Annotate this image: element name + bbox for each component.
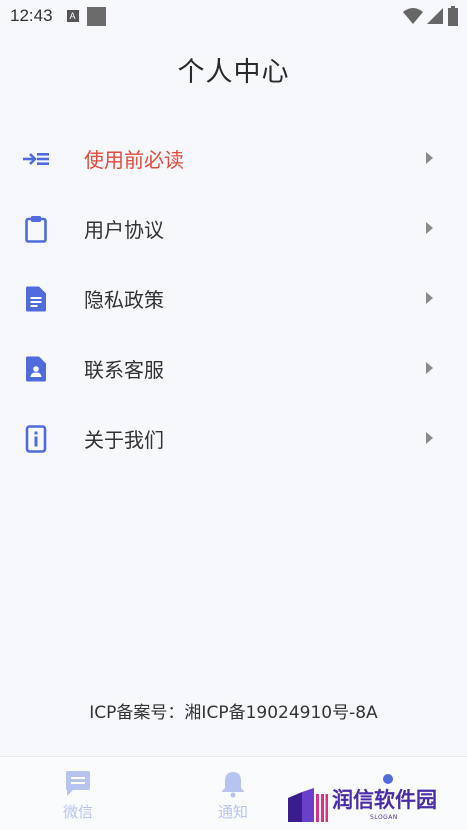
- status-time: 12:43: [10, 6, 53, 25]
- status-right-icons: [403, 6, 459, 26]
- chevron-right-icon: [426, 292, 433, 304]
- bell-icon: [193, 769, 273, 799]
- watermark-text: 润信软件园 SLOGAN: [332, 786, 452, 826]
- tab-label: 通知: [217, 803, 248, 821]
- clipboard-icon: [22, 215, 50, 243]
- wifi-icon: [403, 8, 423, 24]
- icp-record: ICP备案号：湘ICP备19024910号-8A: [89, 703, 378, 723]
- menu-item-about-us[interactable]: 关于我们: [0, 403, 467, 473]
- chat-icon: [38, 769, 118, 799]
- chevron-right-icon: [426, 152, 433, 164]
- battery-icon: [448, 6, 458, 26]
- chevron-right-icon: [426, 222, 433, 234]
- menu-item-label: 使用前必读: [84, 147, 184, 172]
- info-icon: [22, 425, 50, 453]
- menu-list: 使用前必读 用户协议 隐私政策 联系客服 关于我们: [0, 123, 467, 473]
- menu-item-contact-service[interactable]: 联系客服: [0, 333, 467, 403]
- menu-item-label: 关于我们: [84, 427, 164, 452]
- arrow-list-icon: [22, 145, 50, 173]
- signal-icon: [427, 8, 443, 24]
- watermark: 润信软件园 SLOGAN: [288, 786, 458, 826]
- watermark-slogan: SLOGAN: [370, 814, 398, 821]
- notification-square-icon: [86, 6, 106, 26]
- menu-item-privacy-policy[interactable]: 隐私政策: [0, 263, 467, 333]
- contact-card-icon: [22, 355, 50, 383]
- menu-item-read-before-use[interactable]: 使用前必读: [0, 123, 467, 193]
- notification-a-icon: A: [66, 10, 79, 22]
- tab-label: 微信: [62, 803, 93, 821]
- status-bar: 12:43 A: [0, 0, 467, 32]
- tab-notifications[interactable]: 通知: [193, 769, 273, 822]
- page-title: 个人中心: [177, 57, 290, 88]
- menu-item-label: 联系客服: [84, 357, 164, 382]
- menu-item-label: 隐私政策: [84, 287, 164, 312]
- watermark-title: 润信软件园: [332, 788, 437, 812]
- chevron-right-icon: [426, 432, 433, 444]
- document-icon: [22, 285, 50, 313]
- menu-item-user-agreement[interactable]: 用户协议: [0, 193, 467, 263]
- menu-item-label: 用户协议: [84, 217, 164, 242]
- watermark-logo-icon: [288, 788, 328, 824]
- chevron-right-icon: [426, 362, 433, 374]
- tab-wechat[interactable]: 微信: [38, 769, 118, 822]
